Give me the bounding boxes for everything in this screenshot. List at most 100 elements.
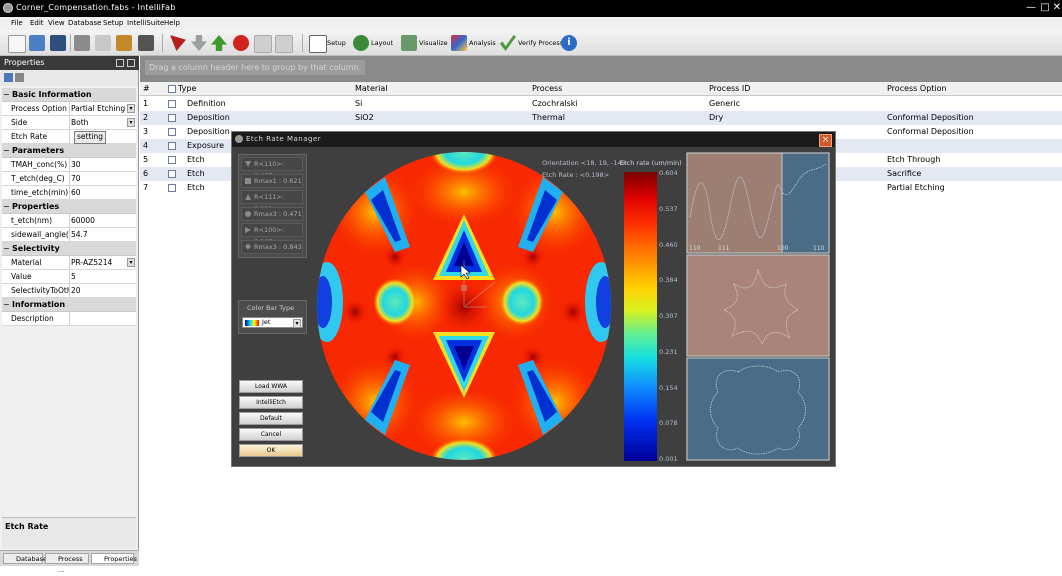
cut-icon[interactable] <box>74 35 90 51</box>
property-category[interactable]: − Information <box>2 298 136 312</box>
layout-menu-button[interactable]: Layout <box>371 39 393 47</box>
menu-intellisuite[interactable]: IntelliSuite <box>127 19 164 27</box>
row-checkbox[interactable] <box>168 142 176 150</box>
direction-rate-item[interactable]: R<110>: 0.457 <box>241 157 303 180</box>
new-file-icon[interactable] <box>8 35 26 53</box>
load-wwa-button[interactable]: Load WWA <box>239 380 303 393</box>
setup-menu-button[interactable]: Setup <box>327 39 346 47</box>
property-value[interactable]: 60 <box>71 188 127 197</box>
tab-database[interactable]: Database <box>3 553 47 564</box>
row-checkbox[interactable] <box>168 170 176 178</box>
property-value[interactable]: 30 <box>71 160 127 169</box>
property-value[interactable]: 70 <box>71 174 127 183</box>
property-row[interactable]: Side Both ▾ <box>2 116 136 130</box>
property-value[interactable]: 20 <box>71 286 127 295</box>
menu-setup[interactable]: Setup <box>103 19 123 27</box>
property-row[interactable]: Description <box>2 312 136 326</box>
tab-process[interactable]: Process ... <box>45 553 89 574</box>
property-row[interactable]: time_etch(min) 60 <box>2 186 136 200</box>
window-icon[interactable] <box>275 35 293 53</box>
color-bar-type-select[interactable]: Jet ▾ <box>242 317 303 328</box>
chevron-down-icon[interactable]: ▾ <box>127 118 135 127</box>
property-row[interactable]: Process Option Partial Etching ▾ <box>2 102 136 116</box>
column-type[interactable]: Type <box>178 84 196 93</box>
property-value[interactable]: Both <box>71 118 127 127</box>
close-button[interactable]: ✕ <box>1050 1 1062 15</box>
move-down-icon[interactable] <box>191 35 207 51</box>
direction-rate-item[interactable]: R<111>: 0.001 <box>241 190 303 213</box>
open-folder-icon[interactable] <box>29 35 45 51</box>
column-number[interactable]: # <box>143 84 150 93</box>
grid-icon[interactable] <box>254 35 272 53</box>
property-row[interactable]: TMAH_conc(%) 30 <box>2 158 136 172</box>
direction-rate-item[interactable]: Rmax1 : 0.621 <box>241 173 303 188</box>
column-process-option[interactable]: Process Option <box>887 84 947 93</box>
setup-icon[interactable] <box>309 35 327 53</box>
column-process[interactable]: Process <box>532 84 562 93</box>
row-checkbox[interactable] <box>168 100 176 108</box>
property-row[interactable]: SelectivityToOth 20 <box>2 284 136 298</box>
table-row[interactable]: 2 Deposition SiO2 Thermal Dry Conformal Depos… <box>140 111 1062 125</box>
property-category[interactable]: − Selectivity <box>2 242 136 256</box>
property-value[interactable]: PR-AZ5214 <box>71 258 127 267</box>
pin-icon[interactable] <box>116 59 124 67</box>
dialog-close-button[interactable]: × <box>819 134 832 147</box>
property-row[interactable]: sidewall_angle(54.7 <box>2 228 136 242</box>
property-value[interactable]: 60000 <box>71 216 127 225</box>
row-checkbox[interactable] <box>168 156 176 164</box>
property-value[interactable]: 5 <box>71 272 127 281</box>
direction-rate-item[interactable]: R<100>: 0.263 <box>241 223 303 246</box>
tools-icon[interactable] <box>138 35 154 51</box>
property-row[interactable]: t_etch(nm) 60000 <box>2 214 136 228</box>
paste-icon[interactable] <box>116 35 132 51</box>
alphabetical-icon[interactable] <box>15 73 24 82</box>
select-all-checkbox[interactable] <box>168 85 176 93</box>
collapse-icon[interactable]: − <box>3 202 10 211</box>
copy-icon[interactable] <box>95 35 111 51</box>
row-checkbox[interactable] <box>168 184 176 192</box>
menu-file[interactable]: File <box>11 19 23 27</box>
move-up-icon[interactable] <box>211 35 227 51</box>
etch-rate-wafer-map[interactable] <box>315 152 613 460</box>
property-value[interactable]: Partial Etching <box>71 104 127 113</box>
tab-properties[interactable]: Properties <box>91 553 137 564</box>
property-row[interactable]: Etch Rate setting <box>2 130 136 144</box>
etch-rate-setting-button[interactable]: setting <box>74 131 106 144</box>
save-icon[interactable] <box>50 35 66 51</box>
collapse-icon[interactable]: − <box>3 146 10 155</box>
menu-view[interactable]: View <box>48 19 65 27</box>
direction-rate-item[interactable]: Rmax3 : 0.471 <box>241 206 303 221</box>
collapse-icon[interactable]: − <box>3 90 10 99</box>
analysis-menu-button[interactable]: Analysis <box>469 39 496 47</box>
chevron-down-icon[interactable]: ▾ <box>127 104 135 113</box>
visualize-menu-button[interactable]: Visualize <box>419 39 448 47</box>
ok-button[interactable]: OK <box>239 444 303 457</box>
checkmark-icon[interactable] <box>500 35 516 51</box>
analysis-icon[interactable] <box>451 35 467 51</box>
property-row[interactable]: Material PR-AZ5214 ▾ <box>2 256 136 270</box>
cancel-button[interactable]: Cancel <box>239 428 303 441</box>
close-panel-icon[interactable] <box>127 59 135 67</box>
info-icon[interactable]: i <box>561 35 577 51</box>
verify-process-button[interactable]: Verify Process <box>518 39 563 47</box>
flag-icon[interactable] <box>170 35 186 51</box>
property-category[interactable]: − Properties <box>2 200 136 214</box>
menu-help[interactable]: Help <box>164 19 180 27</box>
collapse-icon[interactable]: − <box>3 244 10 253</box>
direction-rate-item[interactable]: Rmax3 : 0.843 <box>241 239 303 254</box>
default-button[interactable]: Default <box>239 412 303 425</box>
minimize-button[interactable]: — <box>1024 1 1038 15</box>
property-row[interactable]: Value 5 <box>2 270 136 284</box>
row-checkbox[interactable] <box>168 114 176 122</box>
layout-icon[interactable] <box>353 35 369 51</box>
row-checkbox[interactable] <box>168 128 176 136</box>
visualize-icon[interactable] <box>401 35 417 51</box>
group-by-area[interactable]: Drag a column header here to group by th… <box>140 56 1062 82</box>
property-row[interactable]: T_etch(deg_C) 70 <box>2 172 136 186</box>
property-category[interactable]: − Basic Information <box>2 88 136 102</box>
stop-icon[interactable] <box>233 35 249 51</box>
menu-database[interactable]: Database <box>68 19 101 27</box>
collapse-icon[interactable]: − <box>3 300 10 309</box>
column-material[interactable]: Material <box>355 84 388 93</box>
menu-edit[interactable]: Edit <box>30 19 44 27</box>
